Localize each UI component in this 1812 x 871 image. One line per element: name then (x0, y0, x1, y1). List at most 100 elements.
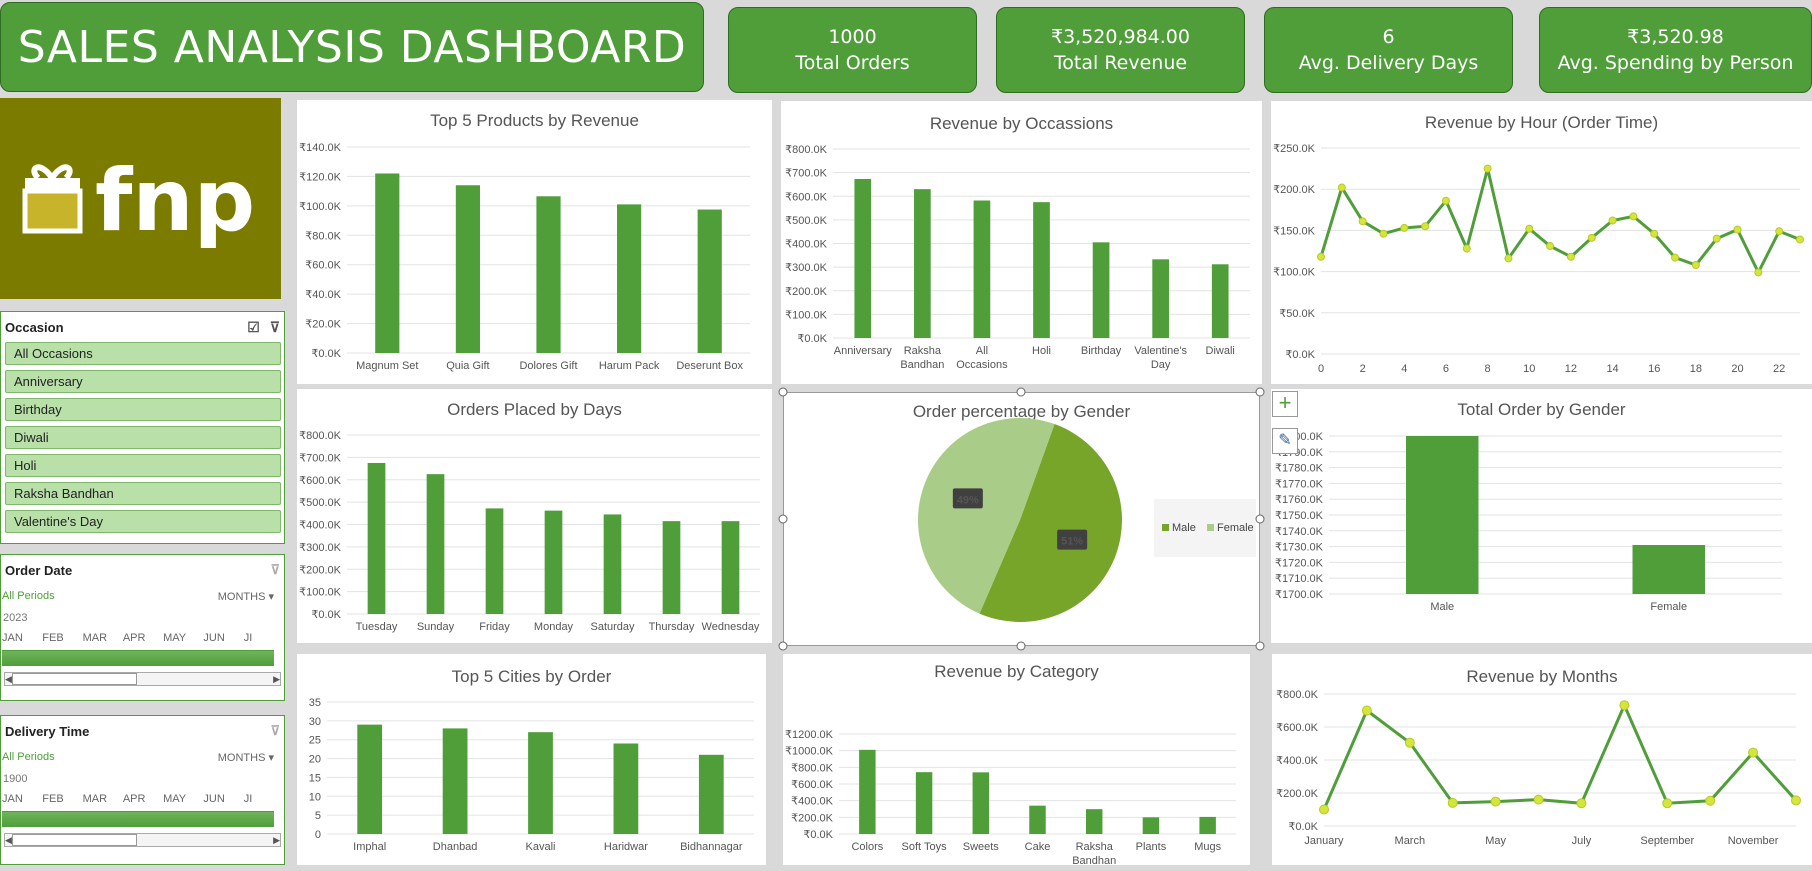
bar (1632, 545, 1705, 594)
chart-revenue-by-hour[interactable]: Revenue by Hour (Order Time) ₹0.0K ₹50.0K ₹… (1271, 101, 1812, 384)
x-tick-label: 2 (1360, 363, 1366, 375)
slicer-item-all-occasions[interactable]: All Occasions (5, 342, 281, 365)
dashboard-title-banner: SALES ANALYSIS DASHBOARD (0, 2, 704, 92)
scroll-right-icon[interactable]: ▶ (273, 835, 280, 846)
y-tick-label: ₹1760.0K (1275, 494, 1324, 506)
x-tick-label: 16 (1648, 363, 1660, 375)
bar (1092, 242, 1110, 338)
x-tick-label: Cake (1025, 841, 1051, 853)
bar (613, 743, 639, 834)
chart-svg: Total Order by Gender ₹1700.0K ₹1710.0K ₹17… (1275, 400, 1782, 613)
x-tick-label: Saturday (590, 621, 635, 633)
slicer-item-anniversary[interactable]: Anniversary (5, 370, 281, 393)
x-tick-label: 0 (1318, 363, 1324, 375)
y-tick-label: 20 (309, 754, 321, 766)
chart-revenue-by-occasions[interactable]: Revenue by Occassions ₹0.0K ₹100.0K ₹200.0K… (781, 101, 1262, 384)
y-tick-label: 35 (309, 697, 321, 709)
scroll-left-icon[interactable]: ◀ (5, 674, 12, 685)
data-point (1796, 235, 1804, 244)
bar (536, 196, 561, 353)
chart-title: Top 5 Cities by Order (452, 667, 612, 686)
clear-filter-icon[interactable]: ⊽ (270, 562, 280, 578)
y-tick-label: ₹400.0K (1276, 755, 1319, 767)
timeline-unit-dropdown[interactable]: MONTHS ▾ (218, 590, 274, 603)
chart-title: Revenue by Months (1466, 667, 1617, 686)
chart-top-products[interactable]: Top 5 Products by Revenue ₹0.0K ₹20.0K ₹40.… (297, 100, 772, 384)
scroll-thumb[interactable] (11, 834, 137, 846)
x-tick-label: Monday (534, 621, 574, 633)
timeline-scrollbar[interactable]: ◀ ▶ (4, 672, 281, 686)
slicer-item-diwali[interactable]: Diwali (5, 426, 281, 449)
chart-title: Top 5 Products by Revenue (430, 111, 639, 130)
clear-filter-icon[interactable]: ⊽ (270, 723, 280, 739)
clear-filter-icon[interactable]: ⊽ (270, 319, 280, 336)
y-tick-label: 5 (315, 810, 321, 822)
chart-revenue-by-category[interactable]: Revenue by Category ₹0.0K ₹200.0K ₹400.0K ₹6… (783, 654, 1250, 865)
x-tick-label: Raksha (904, 345, 942, 357)
timeline-selection-bar[interactable] (2, 811, 274, 827)
data-point (1462, 244, 1471, 253)
bar (697, 209, 722, 353)
data-point (1566, 252, 1575, 261)
timeline-title: Delivery Time (5, 723, 90, 739)
slicer-item-holi[interactable]: Holi (5, 454, 281, 477)
chart-title: Revenue by Category (934, 662, 1099, 681)
scroll-right-icon[interactable]: ▶ (273, 674, 280, 685)
x-tick-label: Day (1151, 359, 1171, 371)
bar (1406, 436, 1479, 594)
bar (1142, 817, 1160, 834)
multi-select-icon[interactable]: ☑ (247, 319, 260, 336)
slicer-item-valentines-day[interactable]: Valentine's Day (5, 510, 281, 533)
x-tick-label: 8 (1485, 363, 1491, 375)
bar (528, 732, 553, 834)
x-tick-label: 6 (1443, 363, 1449, 375)
y-tick-label: 0 (315, 829, 321, 841)
y-tick-label: ₹0.0K (311, 609, 341, 621)
x-tick-label: 20 (1731, 363, 1743, 375)
chart-svg: Revenue by Hour (Order Time) ₹0.0K ₹50.0K ₹… (1273, 113, 1804, 375)
y-tick-label: 10 (309, 791, 321, 803)
chart-elements-button[interactable]: + (1272, 391, 1298, 417)
chart-revenue-by-months[interactable]: Revenue by Months ₹0.0K ₹200.0K ₹400.0K ₹600… (1272, 654, 1812, 865)
timeline-selection-bar[interactable] (2, 650, 274, 666)
logo-text: fnp (95, 151, 255, 251)
y-tick-label: 15 (309, 772, 321, 784)
y-tick-label: ₹500.0K (785, 215, 828, 227)
data-point (1441, 196, 1450, 205)
chart-total-order-by-gender[interactable]: Total Order by Gender ₹1700.0K ₹1710.0K ₹17… (1271, 389, 1812, 643)
y-tick-label: ₹100.0K (299, 201, 342, 213)
timeline-periods: All Periods (2, 590, 55, 602)
data-point (1504, 254, 1513, 263)
timeline-year: 1900 (3, 773, 28, 785)
bar (1211, 264, 1229, 338)
data-point (1358, 217, 1367, 226)
x-tick-label: Harum Pack (599, 360, 660, 372)
data-point (1447, 797, 1458, 808)
scroll-thumb[interactable] (11, 673, 137, 685)
data-point (1587, 233, 1596, 242)
data-point (1662, 798, 1673, 809)
y-tick-label: ₹0.0K (1285, 349, 1315, 361)
bar (375, 173, 400, 353)
slicer-item-birthday[interactable]: Birthday (5, 398, 281, 421)
y-tick-label: ₹1700.0K (1275, 589, 1324, 601)
x-tick-label: Raksha (1076, 841, 1114, 853)
scroll-left-icon[interactable]: ◀ (5, 835, 12, 846)
data-point (1629, 212, 1638, 221)
chart-styles-button[interactable]: ✎ (1272, 428, 1298, 454)
timeline-unit-dropdown[interactable]: MONTHS ▾ (218, 751, 274, 764)
bar (1152, 259, 1169, 338)
data-point (1691, 261, 1700, 270)
chart-orders-by-days[interactable]: Orders Placed by Days ₹0.0K ₹100.0K ₹200.0K… (297, 389, 772, 643)
data-point (1361, 705, 1372, 716)
timeline-scrollbar[interactable]: ◀ ▶ (4, 833, 281, 847)
slicer-item-raksha-bandhan[interactable]: Raksha Bandhan (5, 482, 281, 505)
bar (915, 772, 933, 834)
bar (1033, 202, 1050, 338)
y-tick-label: ₹140.0K (299, 142, 342, 154)
bar (914, 189, 931, 338)
chart-top-cities[interactable]: Top 5 Cities by Order 0 5 10 15 20 25 30 35 Impha… (297, 654, 766, 865)
y-tick-label: ₹400.0K (299, 520, 342, 532)
y-tick-label: 30 (309, 716, 321, 728)
x-tick-label: November (1728, 835, 1779, 847)
